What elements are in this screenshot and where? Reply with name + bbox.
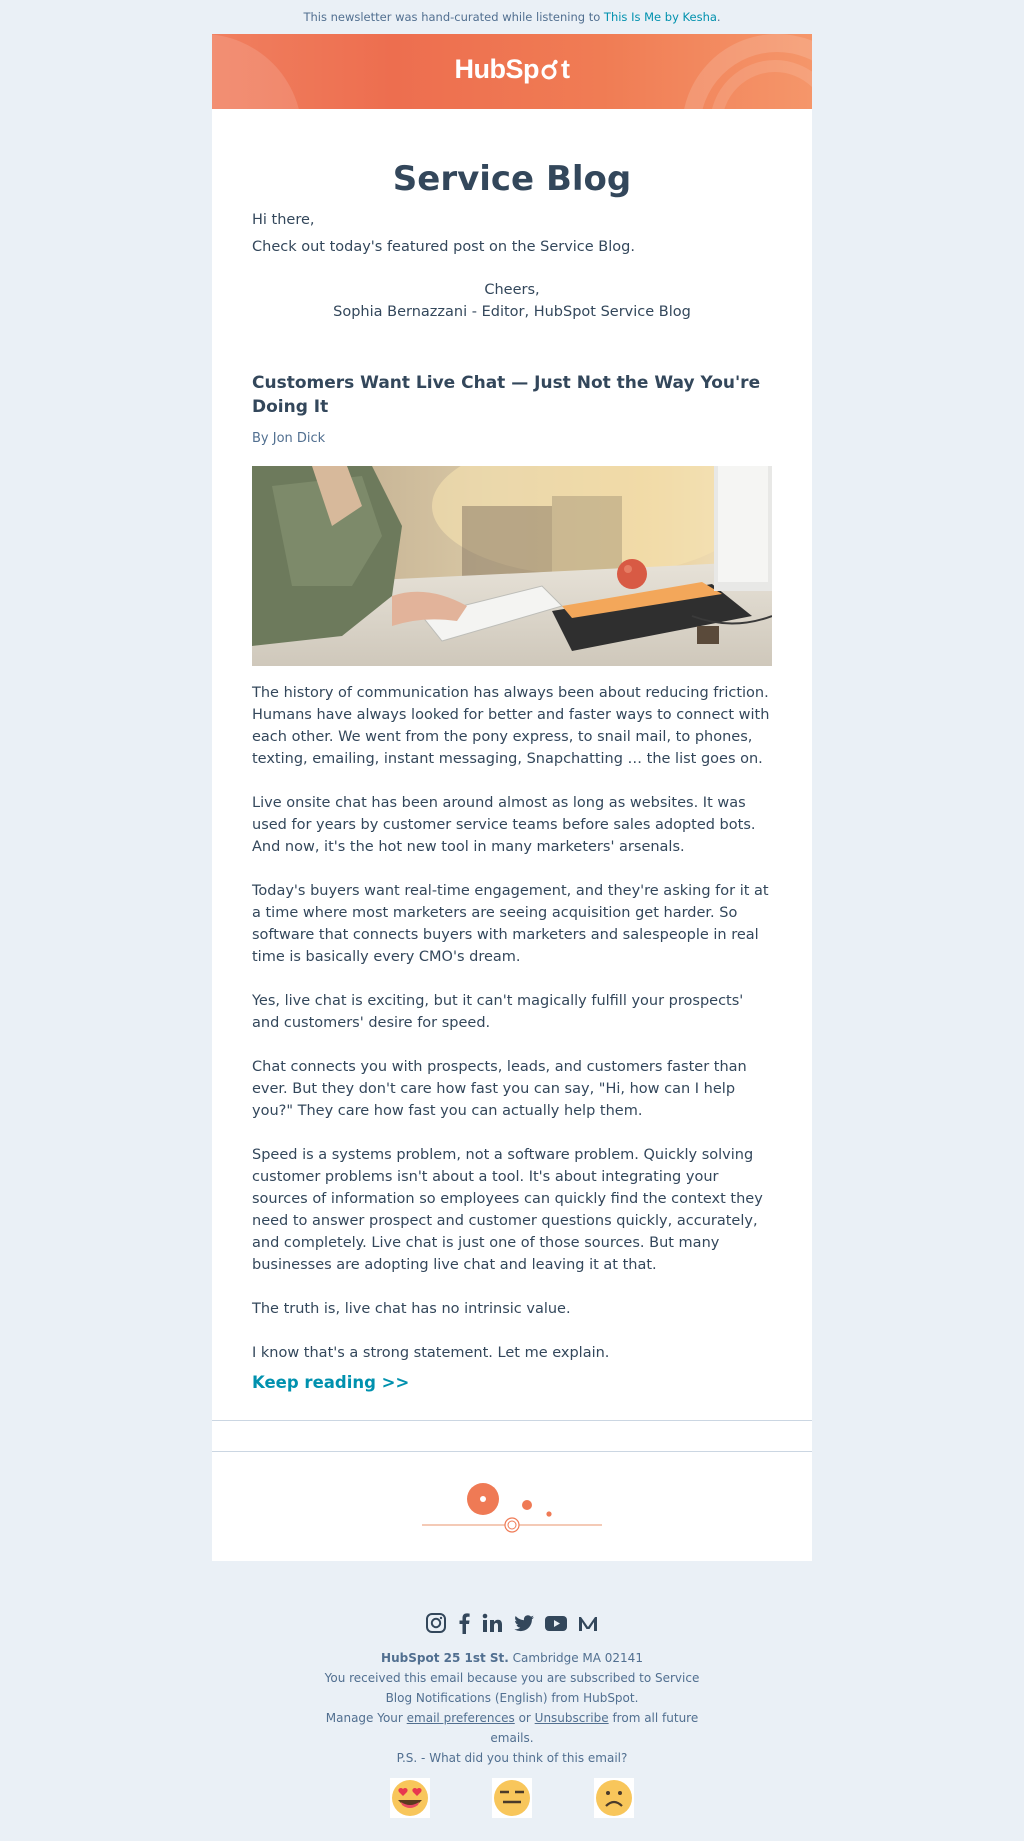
signoff: Cheers, — [484, 282, 540, 298]
sad-emoji-button[interactable] — [594, 1778, 634, 1818]
signature: Sophia Bernazzani - Editor, HubSpot Serv… — [333, 304, 691, 320]
logo-text: HubSp — [454, 54, 540, 84]
byline: By Jon Dick — [252, 431, 772, 446]
manage-prefix: Manage Your — [325, 1711, 407, 1725]
company-name: HubSpot 25 1st St. — [381, 1651, 509, 1665]
keep-reading-link[interactable]: Keep reading >> — [252, 1373, 409, 1392]
email-body: Service Blog Hi there, Check out today's… — [212, 109, 812, 1561]
instagram-icon[interactable] — [425, 1612, 447, 1638]
author-link[interactable]: Jon Dick — [273, 431, 325, 446]
post-paragraph: Speed is a systems problem, not a softwa… — [252, 1147, 763, 1273]
post-paragraph: The truth is, live chat has no intrinsic… — [252, 1301, 571, 1317]
preheader: This newsletter was hand-curated while l… — [0, 0, 1024, 34]
preheader-text: This newsletter was hand-curated while l… — [303, 10, 604, 24]
facebook-icon[interactable] — [456, 1612, 472, 1638]
byline-prefix: By — [252, 431, 273, 446]
preheader-suffix: . — [716, 10, 721, 24]
post-title[interactable]: Customers Want Live Chat — Just Not the … — [252, 371, 772, 419]
post-photo — [252, 466, 772, 666]
sprocket-icon — [541, 59, 558, 80]
twitter-icon[interactable] — [513, 1612, 535, 1638]
intro-text: Check out today's featured post on the S… — [252, 239, 635, 255]
linkedin-icon[interactable] — [481, 1612, 503, 1638]
post-paragraph: Today's buyers want real-time engagement… — [252, 883, 769, 965]
blog-title: Service Blog — [392, 159, 632, 199]
post-paragraph: Live onsite chat has been around almost … — [252, 795, 756, 855]
post-paragraph: The history of communication has always … — [252, 685, 770, 767]
divider — [212, 1451, 812, 1452]
neutral-emoji-button[interactable] — [492, 1778, 532, 1818]
manage-or: or — [514, 1711, 535, 1725]
email-preferences-link[interactable]: email preferences — [407, 1711, 515, 1725]
post-image[interactable] — [252, 466, 772, 666]
unsubscribe-link[interactable]: Unsubscribe — [535, 1711, 609, 1725]
header-banner: HubSp t — [212, 34, 812, 109]
youtube-icon[interactable] — [544, 1612, 568, 1638]
post-excerpt: The history of communication has always … — [252, 682, 772, 1386]
love-emoji-button[interactable] — [390, 1778, 430, 1818]
post-paragraph: I know that's a strong statement. Let me… — [252, 1345, 610, 1361]
logo-text: t — [561, 54, 570, 84]
company-address: HubSpot 25 1st St. Cambridge MA 02141 — [312, 1648, 712, 1668]
manage-preferences: Manage Your email preferences or Unsubsc… — [312, 1708, 712, 1748]
hubspot-logo[interactable]: HubSp t — [212, 54, 812, 85]
medium-icon[interactable] — [577, 1612, 599, 1638]
footer-address: HubSpot 25 1st St. Cambridge MA 02141 Yo… — [312, 1648, 712, 1768]
post-paragraph: Yes, live chat is exciting, but it can't… — [252, 993, 744, 1031]
heart-eyes-icon — [390, 1778, 430, 1818]
feedback-question: P.S. - What did you think of this email? — [396, 1751, 628, 1765]
subscription-reason: You received this email because you are … — [324, 1671, 700, 1705]
divider — [212, 1420, 812, 1421]
preheader-song-link[interactable]: This Is Me by Kesha — [604, 10, 717, 24]
company-city: Cambridge MA 02141 — [508, 1651, 643, 1665]
frowning-face-icon — [594, 1778, 634, 1818]
signoff-block: Cheers, Sophia Bernazzani - Editor, HubS… — [212, 279, 812, 323]
feedback-options — [0, 1778, 1024, 1820]
sprocket-graphic-icon — [422, 1483, 602, 1533]
expressionless-face-icon — [492, 1778, 532, 1818]
greeting: Hi there, — [252, 212, 315, 228]
post-paragraph: Chat connects you with prospects, leads,… — [252, 1059, 747, 1119]
social-links — [0, 1612, 1024, 1638]
